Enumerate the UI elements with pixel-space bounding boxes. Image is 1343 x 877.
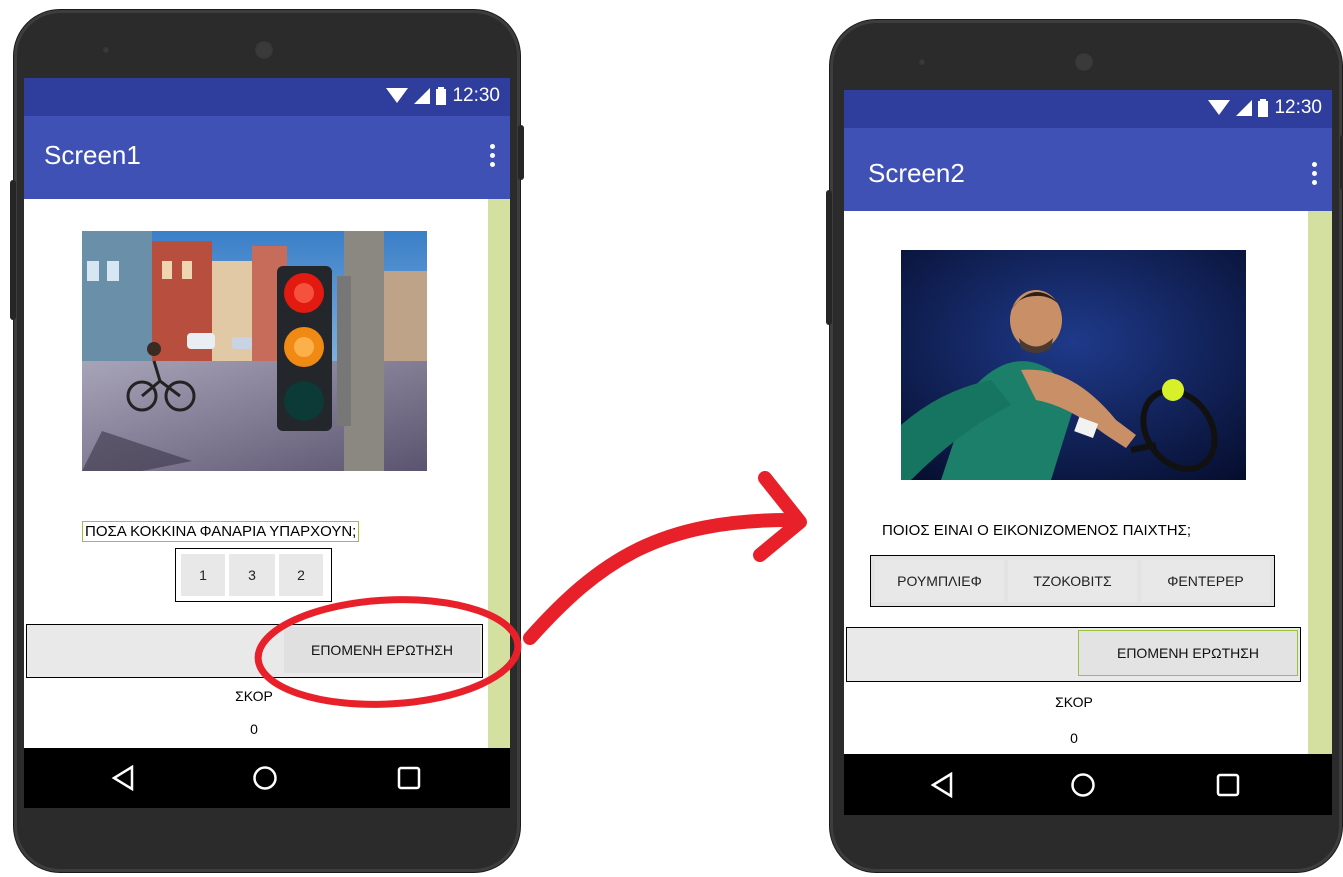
- highlight-circle-annotation: [254, 596, 522, 708]
- transition-arrow-annotation: [523, 513, 797, 645]
- annotation-overlay: [254, 471, 807, 708]
